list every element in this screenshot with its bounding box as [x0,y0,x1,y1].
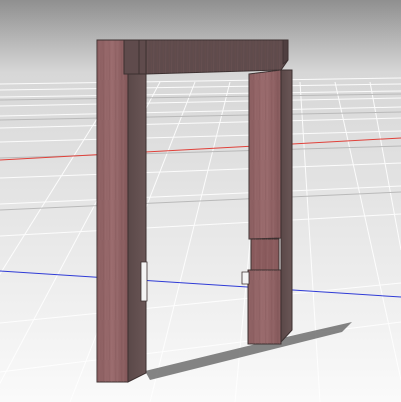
top-beam[interactable] [123,39,289,75]
scene[interactable] [0,0,401,402]
3d-viewport[interactable] [0,0,401,402]
left-post[interactable] [96,39,148,383]
